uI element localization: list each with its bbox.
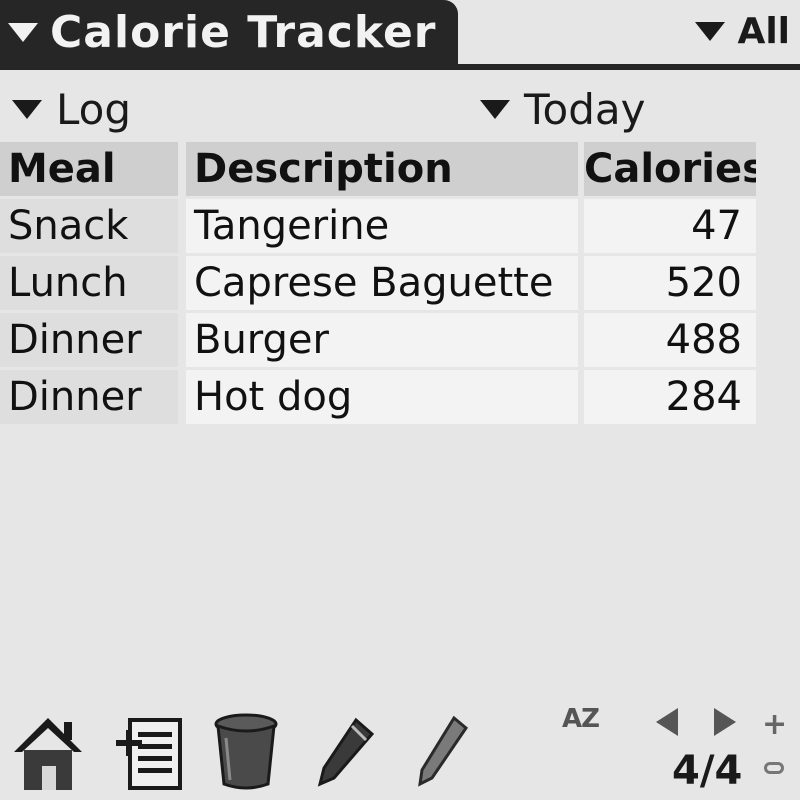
note-icon[interactable] — [410, 712, 474, 792]
menu-dropdown-icon — [8, 22, 38, 42]
column-header-description[interactable]: Description — [186, 142, 578, 196]
app-menu-tab[interactable]: Calorie Tracker — [0, 0, 458, 64]
zoom-out-icon[interactable] — [764, 762, 784, 774]
app-title: Calorie Tracker — [50, 6, 437, 58]
edit-icon[interactable] — [312, 712, 382, 792]
sort-az-button[interactable]: AZ — [562, 704, 600, 734]
meal-cell: Lunch — [0, 256, 178, 310]
table-row[interactable]: Dinner Burger 488 — [0, 313, 800, 370]
category-picker[interactable]: All — [695, 6, 790, 56]
page-indicator: 4/4 — [672, 748, 743, 794]
meal-cell: Dinner — [0, 313, 178, 367]
table-row[interactable]: Snack Tangerine 47 — [0, 199, 800, 256]
period-picker-label: Today — [524, 84, 646, 134]
meal-cell: Snack — [0, 199, 178, 253]
description-cell: Hot dog — [186, 370, 578, 424]
home-icon[interactable] — [10, 712, 86, 792]
add-entry-icon[interactable] — [112, 712, 184, 792]
delete-icon[interactable] — [212, 710, 280, 792]
title-bar: Calorie Tracker All — [0, 0, 800, 72]
description-cell: Burger — [186, 313, 578, 367]
period-dropdown-icon — [480, 99, 510, 119]
period-picker[interactable]: Today — [480, 84, 645, 134]
zoom-in-icon[interactable]: + — [762, 710, 787, 740]
column-header-calories[interactable]: Calories — [584, 142, 756, 196]
log-table: Meal Description Calories Snack Tangerin… — [0, 142, 800, 427]
view-picker-label: Log — [56, 84, 132, 134]
calories-cell: 47 — [584, 199, 756, 253]
calories-cell: 520 — [584, 256, 756, 310]
category-dropdown-icon — [695, 21, 726, 41]
table-row[interactable]: Dinner Hot dog 284 — [0, 370, 800, 427]
scroll-left-icon[interactable] — [656, 708, 678, 736]
view-picker[interactable]: Log — [12, 84, 131, 134]
description-cell: Tangerine — [186, 199, 578, 253]
meal-cell: Dinner — [0, 370, 178, 424]
view-dropdown-icon — [12, 99, 42, 119]
category-label: All — [737, 10, 790, 52]
scroll-right-icon[interactable] — [714, 708, 736, 736]
column-header-meal[interactable]: Meal — [0, 142, 178, 196]
calories-cell: 488 — [584, 313, 756, 367]
description-cell: Caprese Baguette — [186, 256, 578, 310]
title-underline — [0, 64, 800, 70]
table-row[interactable]: Lunch Caprese Baguette 520 — [0, 256, 800, 313]
table-header: Meal Description Calories — [0, 142, 800, 199]
calories-cell: 284 — [584, 370, 756, 424]
